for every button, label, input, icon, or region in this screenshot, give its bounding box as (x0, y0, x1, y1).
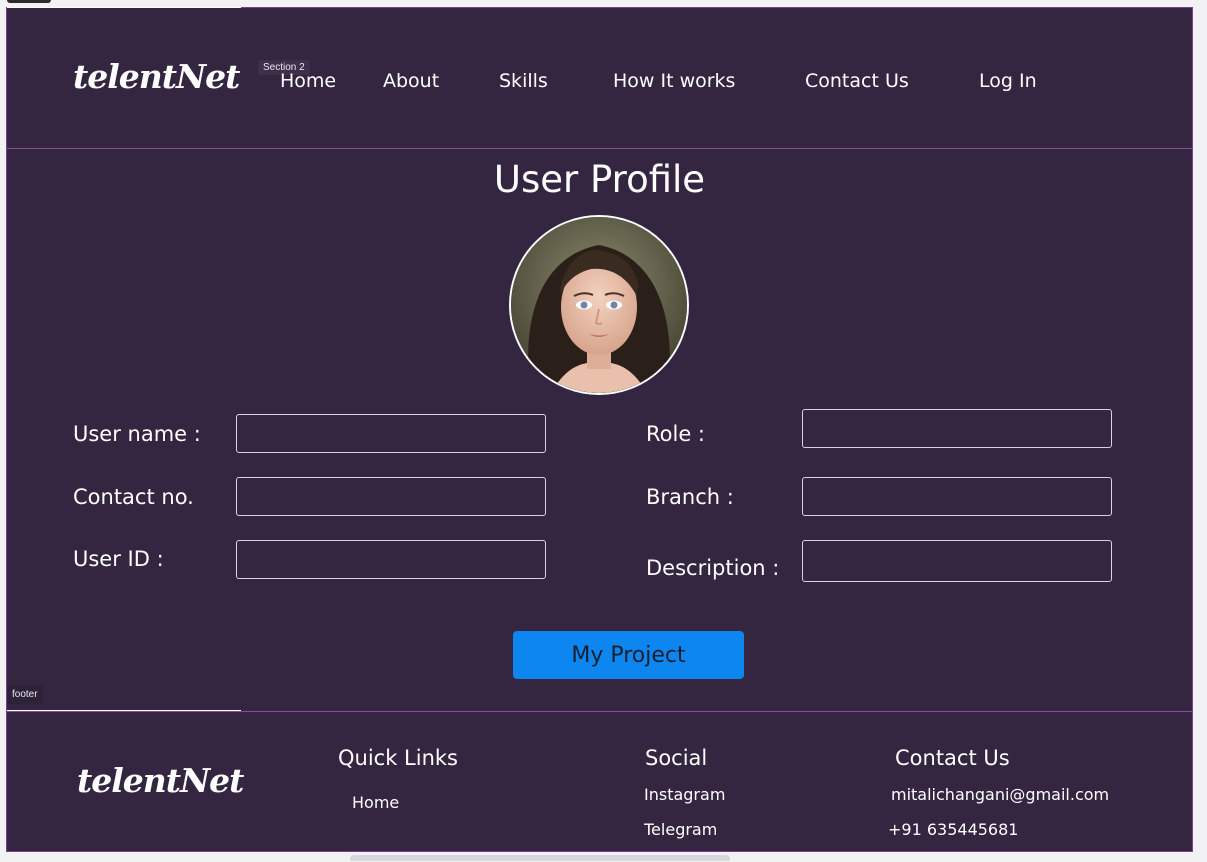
description-input[interactable] (802, 540, 1112, 582)
social-heading: Social (645, 746, 708, 770)
userid-input[interactable] (236, 540, 546, 579)
nav-home[interactable]: Home (280, 70, 336, 92)
branch-input[interactable] (802, 477, 1112, 516)
footer-brand-logo[interactable]: telentNet (77, 761, 244, 800)
contact-label: Contact no. (73, 485, 194, 509)
page-title: User Profile (493, 158, 706, 201)
userid-label: User ID : (73, 547, 164, 571)
site-header: telentNet Section 2 Home About Skills Ho… (7, 7, 1192, 149)
nav-skills[interactable]: Skills (499, 70, 548, 92)
role-input[interactable] (802, 409, 1112, 448)
profile-photo-icon (511, 217, 687, 393)
my-project-button[interactable]: My Project (513, 631, 744, 679)
footer-phone[interactable]: +91 635445681 (888, 820, 1018, 839)
nav-how-it-works[interactable]: How It works (613, 70, 735, 92)
username-label: User name : (73, 422, 201, 446)
branch-label: Branch : (646, 485, 734, 509)
description-label: Description : (646, 556, 780, 580)
site-footer: telentNet Quick Links Home Social Instag… (7, 710, 1192, 852)
bottom-scroll-sliver (350, 855, 730, 861)
footer-selection-line (7, 710, 241, 711)
quick-links-heading: Quick Links (338, 746, 459, 770)
brand-logo[interactable]: telentNet (73, 57, 240, 96)
window-corner-tab (7, 0, 51, 3)
footer-link-telegram[interactable]: Telegram (644, 820, 717, 839)
footer-link-instagram[interactable]: Instagram (644, 785, 725, 804)
header-selection-line (7, 7, 241, 8)
contact-input[interactable] (236, 477, 546, 516)
page-frame: telentNet Section 2 Home About Skills Ho… (6, 7, 1193, 852)
nav-about[interactable]: About (383, 70, 439, 92)
nav-contact-us[interactable]: Contact Us (805, 70, 909, 92)
footer-link-home[interactable]: Home (352, 793, 399, 812)
contact-heading: Contact Us (895, 746, 1010, 770)
role-label: Role : (646, 422, 706, 446)
username-input[interactable] (236, 414, 546, 453)
footer-email[interactable]: mitalichangani@gmail.com (891, 785, 1109, 804)
avatar (509, 215, 689, 395)
nav-log-in[interactable]: Log In (979, 70, 1037, 92)
footer-tag: footer (7, 685, 43, 704)
